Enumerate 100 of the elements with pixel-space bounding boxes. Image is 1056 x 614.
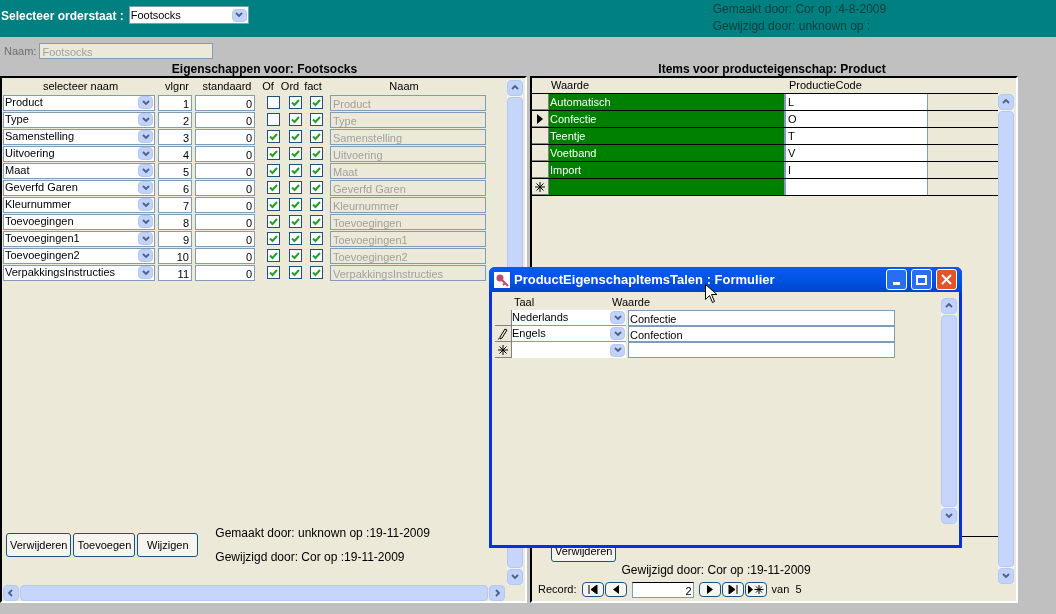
default-field[interactable]: 0 (195, 94, 255, 111)
new-value-field[interactable] (628, 342, 895, 358)
maximize-button[interactable] (911, 269, 932, 290)
value-cell[interactable]: Confectie (549, 111, 786, 127)
vertical-scrollbar[interactable] (941, 298, 957, 524)
checkbox[interactable] (289, 113, 302, 126)
row-selector[interactable] (495, 310, 512, 326)
dropdown-button[interactable] (138, 164, 153, 177)
sequence-field[interactable]: 1 (158, 94, 192, 111)
checkbox[interactable] (267, 164, 280, 177)
name-dropdown[interactable]: VerpakkingsInstructies (3, 264, 155, 281)
checkbox[interactable] (289, 232, 302, 245)
minimize-button[interactable] (886, 269, 907, 290)
checkbox[interactable] (267, 113, 280, 126)
code-cell[interactable]: I (786, 162, 928, 178)
vertical-scrollbar[interactable] (998, 94, 1014, 584)
dropdown-button[interactable] (138, 181, 153, 194)
checkbox[interactable] (289, 164, 302, 177)
code-cell[interactable]: T (786, 128, 928, 144)
first-record-button[interactable] (581, 582, 604, 597)
checkbox[interactable] (310, 232, 323, 245)
value-cell[interactable]: Import (549, 162, 786, 178)
value-field[interactable]: Confection (628, 326, 895, 342)
dropdown-button[interactable] (138, 266, 153, 279)
code-cell[interactable]: L (786, 94, 928, 110)
checkbox[interactable] (289, 198, 302, 211)
checkbox[interactable] (267, 96, 280, 109)
checkbox[interactable] (289, 96, 302, 109)
close-button[interactable] (936, 269, 957, 290)
dropdown-button[interactable] (610, 327, 625, 340)
new-code-cell[interactable] (786, 179, 928, 195)
next-record-button[interactable] (698, 582, 721, 597)
name-dropdown[interactable]: Toevoegingen (3, 213, 155, 230)
name-dropdown[interactable]: Toevoegingen1 (3, 230, 155, 247)
checkbox[interactable] (267, 266, 280, 279)
checkbox[interactable] (267, 198, 280, 211)
checkbox[interactable] (267, 130, 280, 143)
checkbox[interactable] (310, 113, 323, 126)
action-button[interactable]: Verwijderen (6, 533, 72, 557)
last-record-button[interactable] (721, 582, 744, 597)
value-cell[interactable]: Voetband (549, 145, 786, 161)
dropdown-button[interactable] (138, 147, 153, 160)
language-dropdown[interactable]: Nederlands (512, 310, 626, 326)
dropdown-button[interactable] (138, 215, 153, 228)
name-dropdown[interactable]: Toevoegingen2 (3, 247, 155, 264)
sequence-field[interactable]: 4 (158, 145, 192, 162)
checkbox[interactable] (267, 181, 280, 194)
sequence-field[interactable]: 6 (158, 179, 192, 196)
name-dropdown[interactable]: Samenstelling (3, 128, 155, 145)
checkbox[interactable] (289, 215, 302, 228)
action-button[interactable]: Wijzigen (137, 533, 199, 557)
value-cell[interactable]: Automatisch (549, 94, 786, 110)
checkbox[interactable] (267, 232, 280, 245)
checkbox[interactable] (310, 96, 323, 109)
default-field[interactable]: 0 (195, 162, 255, 179)
default-field[interactable]: 0 (195, 145, 255, 162)
checkbox[interactable] (289, 130, 302, 143)
default-field[interactable]: 0 (195, 111, 255, 128)
horizontal-scrollbar[interactable] (3, 585, 505, 601)
checkbox[interactable] (310, 130, 323, 143)
dropdown-button[interactable] (610, 343, 625, 357)
name-dropdown[interactable]: Kleurnummer (3, 196, 155, 213)
checkbox[interactable] (267, 215, 280, 228)
previous-record-button[interactable] (604, 582, 627, 597)
name-dropdown[interactable]: Product (3, 94, 155, 111)
value-cell[interactable]: Teentje (549, 128, 786, 144)
new-record-button[interactable] (744, 582, 767, 597)
checkbox[interactable] (267, 147, 280, 160)
name-dropdown[interactable]: Maat (3, 162, 155, 179)
checkbox[interactable] (310, 215, 323, 228)
checkbox[interactable] (267, 249, 280, 262)
dropdown-button[interactable] (610, 311, 625, 324)
dropdown-button[interactable] (138, 113, 153, 126)
checkbox[interactable] (289, 181, 302, 194)
sequence-field[interactable]: 3 (158, 128, 192, 145)
dropdown-button[interactable] (138, 96, 153, 109)
checkbox[interactable] (310, 249, 323, 262)
default-field[interactable]: 0 (195, 247, 255, 264)
name-dropdown[interactable]: Type (3, 111, 155, 128)
checkbox[interactable] (310, 266, 323, 279)
sequence-field[interactable]: 8 (158, 213, 192, 230)
checkbox[interactable] (289, 249, 302, 262)
checkbox[interactable] (289, 266, 302, 279)
row-selector[interactable] (532, 145, 549, 161)
record-number-field[interactable]: 2 (631, 581, 694, 598)
checkbox[interactable] (289, 147, 302, 160)
language-dropdown[interactable]: Engels (512, 326, 626, 342)
action-button[interactable]: Toevoegen (73, 533, 136, 557)
dropdown-button[interactable] (231, 8, 247, 22)
orderstaat-dropdown[interactable]: Footsocks (128, 6, 249, 24)
code-cell[interactable]: O (786, 111, 928, 127)
sequence-field[interactable]: 11 (158, 264, 192, 281)
default-field[interactable]: 0 (195, 128, 255, 145)
code-cell[interactable]: V (786, 145, 928, 161)
new-value-cell[interactable] (549, 179, 786, 195)
dropdown-button[interactable] (138, 130, 153, 143)
dropdown-button[interactable] (138, 249, 153, 262)
default-field[interactable]: 0 (195, 230, 255, 247)
default-field[interactable]: 0 (195, 213, 255, 230)
checkbox[interactable] (310, 198, 323, 211)
